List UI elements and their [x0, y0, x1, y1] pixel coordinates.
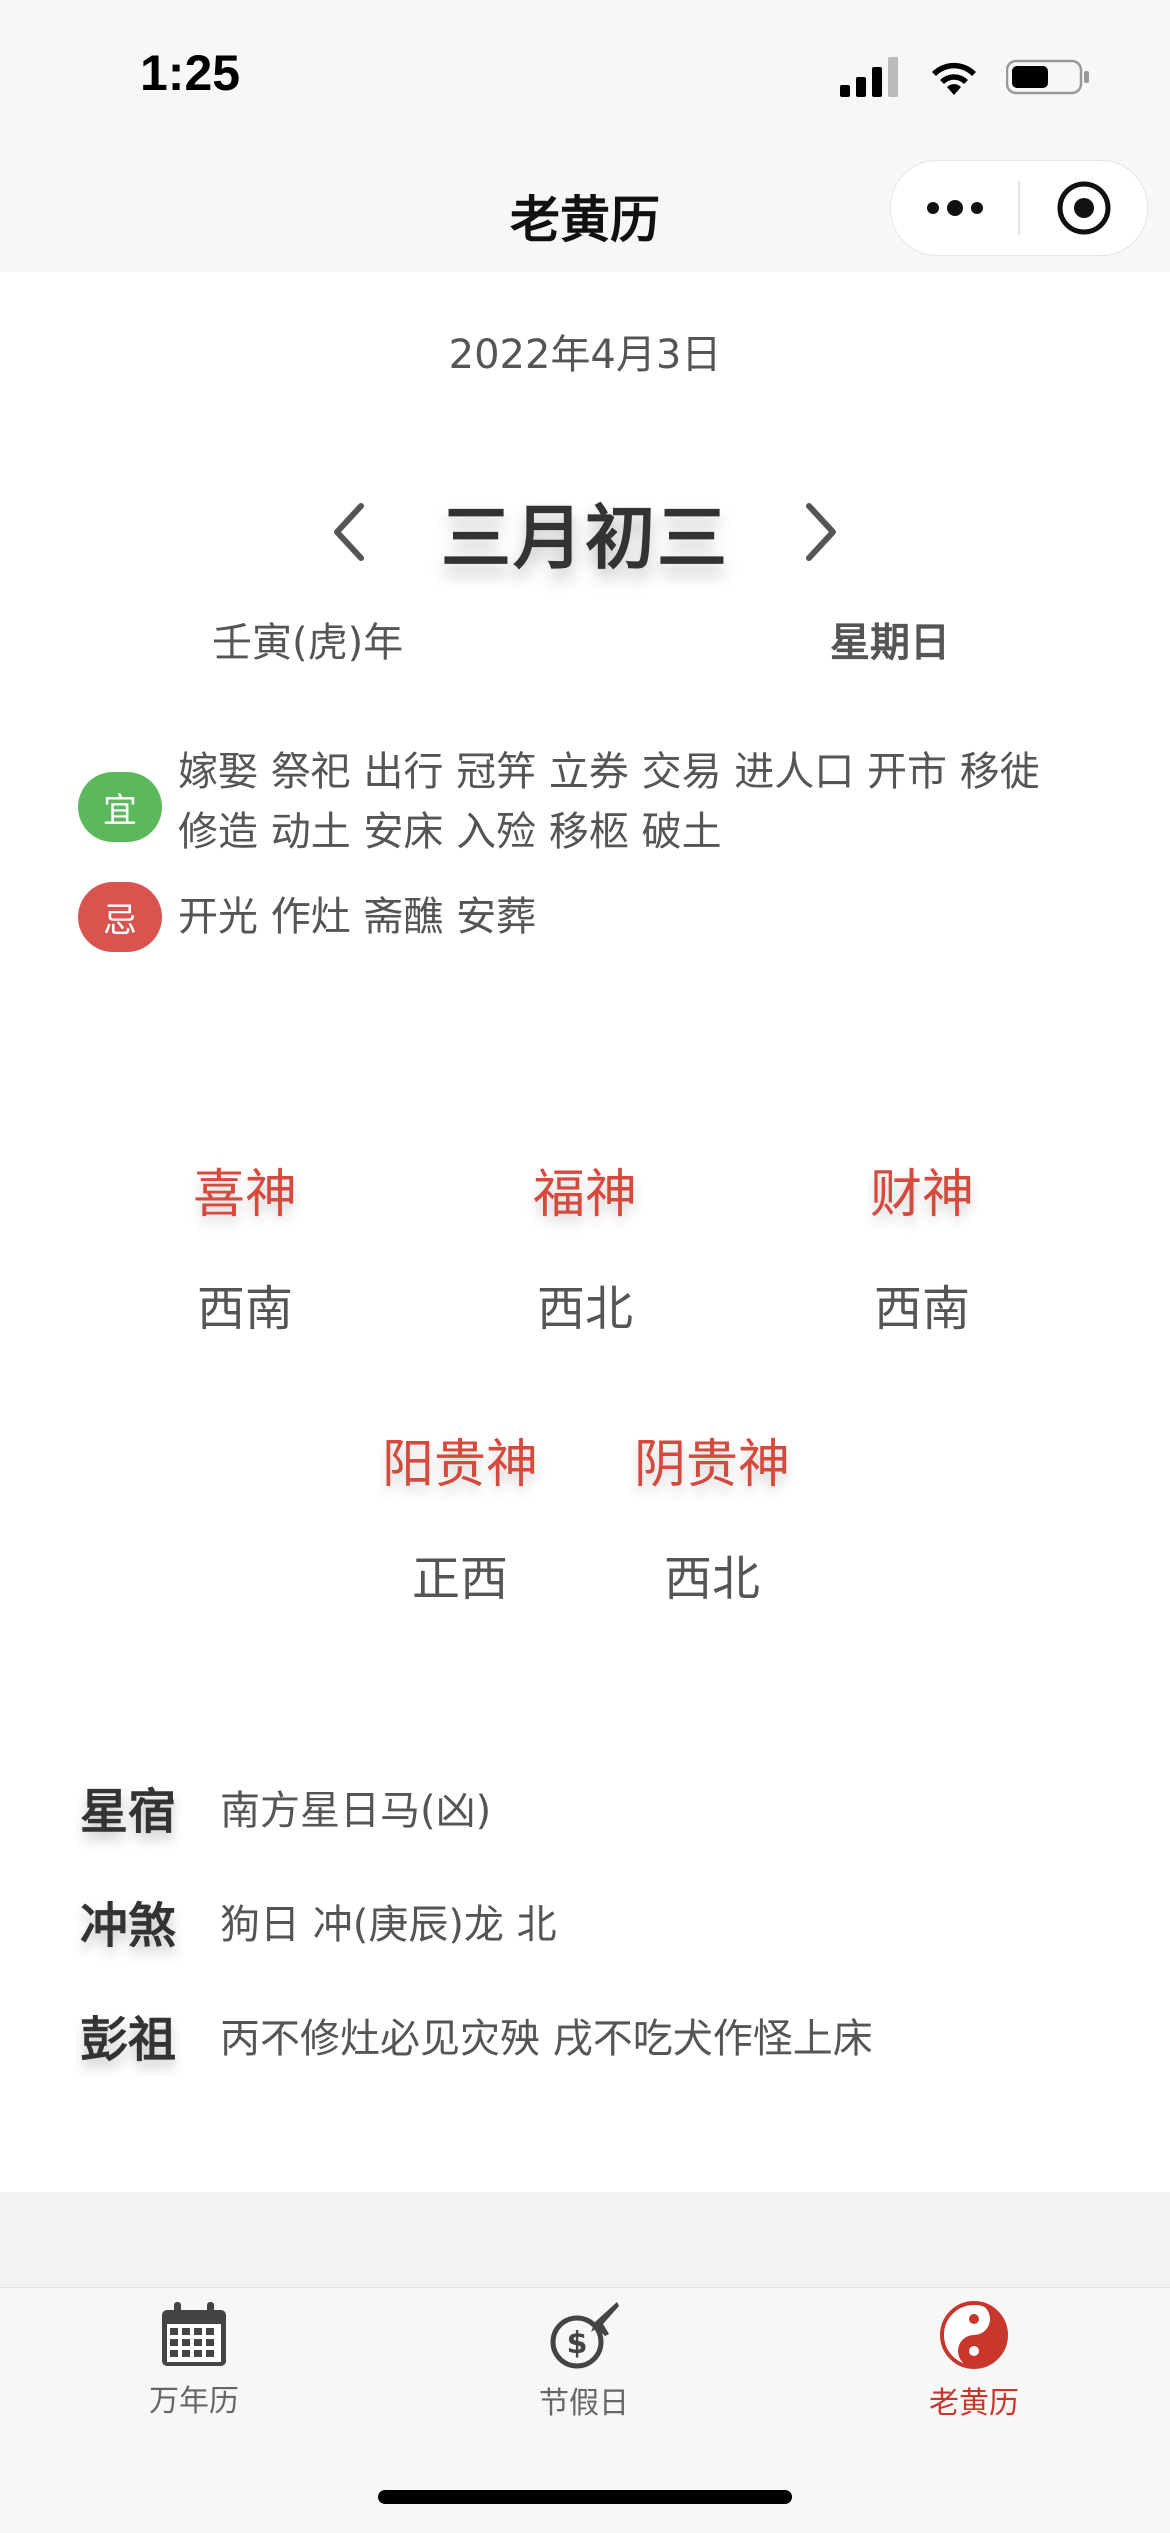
tab-perpetual-calendar[interactable]: 万年历 — [94, 2300, 294, 2420]
info-row-chongsha: 冲煞 狗日 冲(庚辰)龙 北 — [80, 1881, 557, 1961]
calendar-icon — [162, 2302, 226, 2366]
lunar-date: 三月初三 — [441, 496, 729, 579]
god-name: 阳贵神 — [381, 1435, 538, 1495]
yi-activities: 嫁娶 祭祀 出行 冠笄 立券 交易 进人口 开市 移徙 修造 动土 安床 入殓 … — [178, 742, 1098, 862]
nav-bar: 老黄历 — [0, 150, 1170, 272]
ji-badge: 忌 — [78, 882, 162, 952]
status-icons — [840, 52, 1090, 102]
info-row-pengzu: 彭祖 丙不修灶必见灾殃 戌不吃犬作怪上床 — [80, 1995, 873, 2075]
yi-section: 宜 嫁娶 祭祀 出行 冠笄 立券 交易 进人口 开市 移徙 修造 动土 安床 入… — [78, 742, 1098, 872]
info-label: 彭祖 — [80, 2012, 177, 2068]
tab-holidays[interactable]: $ 节假日 — [484, 2300, 684, 2422]
tab-label: 老黄历 — [929, 2386, 1019, 2421]
god-name: 财神 — [869, 1165, 974, 1225]
status-bar: 1:25 — [0, 0, 1170, 150]
info-value: 南方星日马(凶) — [220, 1788, 492, 1834]
solar-date: 2022年4月3日 — [448, 332, 722, 378]
prev-day-button[interactable] — [319, 492, 379, 572]
home-indicator[interactable] — [378, 2490, 792, 2504]
yi-line-2: 修造 动土 安床 入殓 移柩 破土 — [178, 809, 722, 855]
target-close-icon — [1057, 181, 1110, 235]
close-program-button[interactable] — [1020, 161, 1147, 255]
god-direction: 正西 — [411, 1551, 508, 1607]
yi-badge: 宜 — [78, 772, 162, 842]
ji-section: 忌 开光 作灶 斋醮 安葬 — [78, 882, 1098, 952]
info-value: 狗日 冲(庚辰)龙 北 — [220, 1902, 557, 1948]
battery-icon — [1006, 59, 1089, 95]
tab-label: 万年历 — [149, 2384, 239, 2419]
info-label: 星宿 — [80, 1784, 177, 1840]
god-direction: 西北 — [663, 1551, 760, 1607]
god-xishen: 喜神 西南 — [115, 1152, 375, 1339]
tab-label: 节假日 — [539, 2386, 629, 2421]
info-value: 丙不修灶必见灾殃 戌不吃犬作怪上床 — [220, 2016, 873, 2062]
god-direction: 西南 — [196, 1281, 293, 1337]
yi-line-1: 嫁娶 祭祀 出行 冠笄 立券 交易 进人口 开市 移徙 — [178, 749, 1040, 795]
content-divider — [0, 2192, 1170, 2287]
god-name: 福神 — [532, 1165, 637, 1225]
god-direction: 西南 — [873, 1281, 970, 1337]
weekday: 星期日 — [830, 620, 950, 666]
god-direction: 西北 — [536, 1281, 633, 1337]
almanac-content: 2022年4月3日 三月初三 壬寅(虎)年 星期日 宜 嫁娶 祭祀 出行 冠笄 … — [0, 272, 1170, 2192]
wifi-icon — [932, 62, 976, 95]
chevron-right-icon — [806, 503, 836, 561]
year-ganzhi: 壬寅(虎)年 — [212, 620, 404, 666]
more-button[interactable] — [891, 161, 1018, 255]
svg-text:$: $ — [567, 2326, 588, 2361]
status-time: 1:25 — [140, 45, 241, 101]
cellular-signal-icon — [840, 57, 898, 97]
lunar-date-row: 三月初三 — [0, 472, 1170, 592]
chevron-left-icon — [334, 503, 364, 561]
info-row-xingxiu: 星宿 南方星日马(凶) — [80, 1767, 491, 1847]
god-yinguishen: 阴贵神 西北 — [582, 1422, 842, 1609]
yin-yang-icon — [940, 2301, 1008, 2369]
more-dots-icon — [926, 200, 983, 216]
god-caishen: 财神 西南 — [792, 1152, 1052, 1339]
tab-almanac[interactable]: 老黄历 — [874, 2300, 1074, 2422]
info-label: 冲煞 — [80, 1898, 177, 1954]
mini-program-capsule — [890, 160, 1148, 256]
god-fushen: 福神 西北 — [455, 1152, 715, 1339]
next-day-button[interactable] — [791, 492, 851, 572]
god-name: 喜神 — [192, 1165, 297, 1225]
ji-activities: 开光 作灶 斋醮 安葬 — [178, 894, 537, 940]
holiday-money-plane-icon: $ — [550, 2302, 619, 2369]
god-yangguishen: 阳贵神 正西 — [330, 1422, 590, 1609]
god-name: 阴贵神 — [633, 1435, 790, 1495]
